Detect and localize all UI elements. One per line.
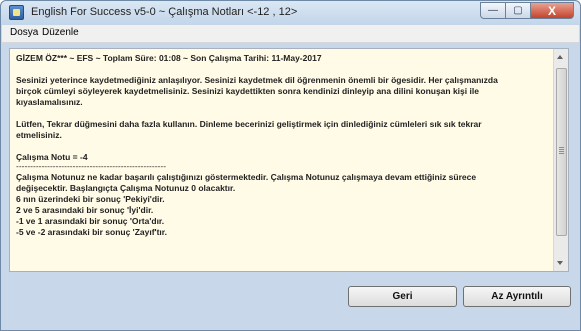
- back-button[interactable]: Geri: [348, 286, 457, 307]
- app-icon: [9, 5, 24, 20]
- window-title: English For Success v5-0 ~ Çalışma Notla…: [31, 6, 298, 18]
- repeat-paragraph-line: etmelisiniz.: [16, 130, 62, 140]
- grip-icon: [559, 147, 564, 154]
- maximize-icon: ▢: [513, 5, 523, 16]
- menu-duzenle[interactable]: Düzenle: [42, 27, 79, 38]
- menu-dosya[interactable]: Dosya: [10, 27, 38, 38]
- score-range-line: 2 ve 5 arasındaki bir sonuç 'İyi'dir.: [16, 205, 154, 215]
- score-info-line: değişecektir. Başlangıçta Çalışma Notunu…: [16, 183, 236, 193]
- score-range-line: -1 ve 1 arasındaki bir sonuç 'Orta'dır.: [16, 216, 165, 226]
- score-range-line: -5 ve -2 arasındaki bir sonuç 'Zayıf'tır…: [16, 227, 167, 237]
- maximize-button[interactable]: ▢: [506, 2, 531, 19]
- recording-paragraph-line: birçok cümleyi söyleyerek kaydetmelisini…: [16, 86, 479, 96]
- score-range-line: 6 nın üzerindeki bir sonuç 'Pekiyi'dir.: [16, 194, 165, 204]
- title-bar[interactable]: English For Success v5-0 ~ Çalışma Notla…: [1, 1, 580, 25]
- notes-text-area[interactable]: GİZEM ÖZ*** ~ EFS ~ Toplam Süre: 01:08 ~…: [9, 48, 569, 272]
- notes-text: GİZEM ÖZ*** ~ EFS ~ Toplam Süre: 01:08 ~…: [16, 53, 544, 238]
- window-controls: — ▢ X: [480, 2, 574, 19]
- app-window: English For Success v5-0 ~ Çalışma Notla…: [0, 0, 581, 331]
- notes-header: GİZEM ÖZ*** ~ EFS ~ Toplam Süre: 01:08 ~…: [16, 53, 322, 63]
- scroll-down-icon[interactable]: [557, 261, 563, 265]
- vertical-scrollbar[interactable]: [553, 49, 568, 271]
- repeat-paragraph-line: Lütfen, Tekrar düğmesini daha fazla kull…: [16, 119, 482, 129]
- recording-paragraph-line: Sesinizi yeterince kaydetmediğiniz anlaş…: [16, 75, 498, 85]
- score-info-line: Çalışma Notunuz ne kadar başarılı çalışt…: [16, 172, 477, 182]
- menu-bar: Dosya Düzenle: [2, 25, 579, 43]
- minimize-button[interactable]: —: [480, 2, 506, 19]
- minimize-icon: —: [488, 5, 498, 16]
- recording-paragraph-line: kıyaslamalısınız.: [16, 97, 83, 107]
- close-icon: X: [547, 3, 556, 18]
- scroll-up-icon[interactable]: [557, 55, 563, 59]
- close-button[interactable]: X: [531, 2, 574, 19]
- scrollbar-thumb[interactable]: [556, 68, 567, 236]
- separator: ----------------------------------------…: [16, 161, 167, 171]
- less-detail-button[interactable]: Az Ayrıntılı: [463, 286, 571, 307]
